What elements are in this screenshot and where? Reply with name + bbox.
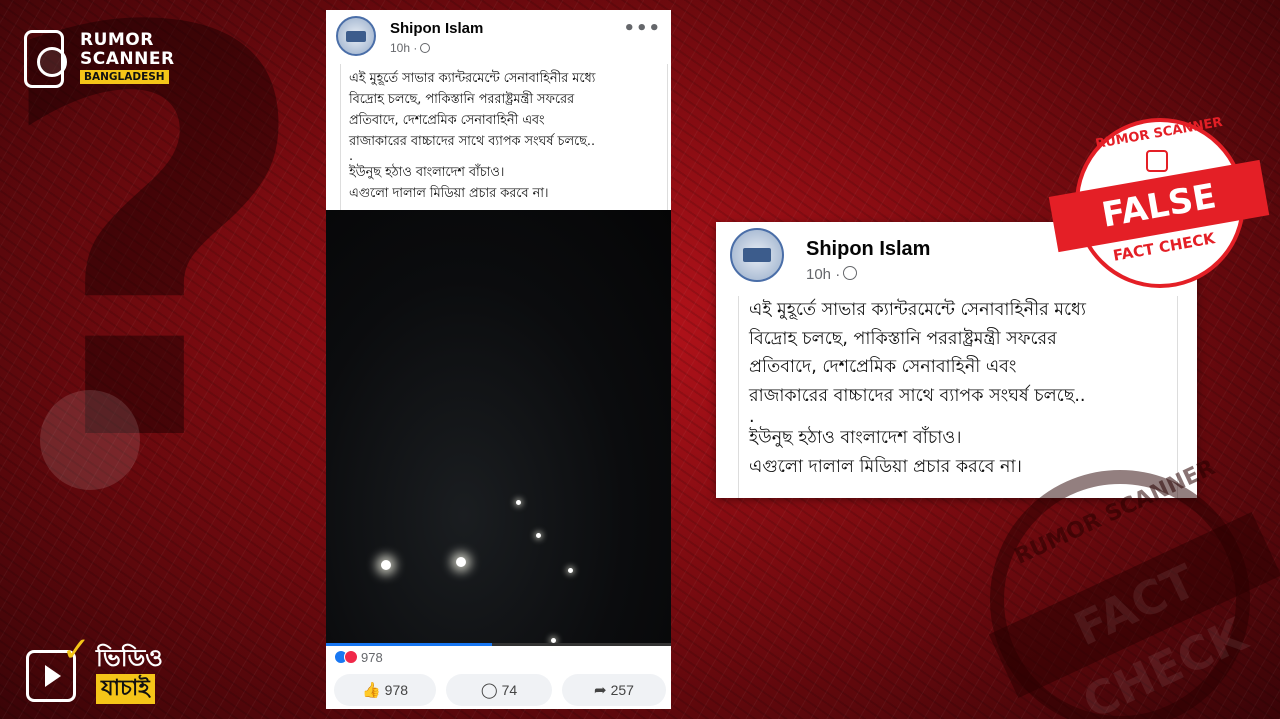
avatar bbox=[730, 228, 784, 282]
avatar-image bbox=[346, 31, 366, 42]
zoomed-post-body: এই মুহূর্তে সাভার ক্যান্টরমেন্টে সেনাবাহ… bbox=[738, 296, 1178, 498]
post-text-line: বিদ্রোহ চলছে, পাকিস্তানি পররাষ্ট্রমন্ত্র… bbox=[349, 92, 575, 107]
post-timestamp[interactable]: 10h · bbox=[390, 41, 431, 55]
post-text-line: প্রতিবাদে, দেশপ্রেমিক সেনাবাহিনী এবং bbox=[749, 357, 1017, 377]
video-light bbox=[536, 533, 541, 538]
time-label: 10h · bbox=[390, 41, 418, 55]
comment-icon: ◯ bbox=[480, 682, 498, 699]
post-text-line: প্রতিবাদে, দেশপ্রেমিক সেনাবাহিনী এবং bbox=[349, 113, 545, 128]
post-text-line: এগুলো দালাল মিডিয়া প্রচার করবে না। bbox=[349, 186, 549, 201]
phone-check-icon bbox=[24, 30, 67, 88]
author-name[interactable]: Shipon Islam bbox=[390, 20, 483, 37]
globe-icon bbox=[843, 266, 858, 280]
post-header: Shipon Islam 10h · ••• bbox=[326, 10, 671, 64]
question-mark-dot bbox=[40, 390, 140, 490]
avatar-image bbox=[743, 248, 771, 262]
facebook-post: Shipon Islam 10h · ••• এই মুহূর্তে সাভার… bbox=[326, 10, 671, 709]
video-player[interactable] bbox=[326, 210, 671, 646]
video-light bbox=[381, 560, 391, 570]
video-check-badge: ✓ ভিডিও যাচাই bbox=[26, 630, 186, 708]
post-text-line: এই মুহূর্তে সাভার ক্যান্টরমেন্টে সেনাবাহ… bbox=[349, 71, 596, 86]
post-text-line: . bbox=[749, 407, 755, 427]
comment-count: 74 bbox=[501, 682, 518, 698]
logo-text-scanner: SCANNER bbox=[80, 49, 175, 69]
logo-text-bangladesh: BANGLADESH bbox=[80, 70, 169, 84]
author-name: Shipon Islam bbox=[806, 238, 931, 260]
post-body: এই মুহূর্তে সাভার ক্যান্টরমেন্টে সেনাবাহ… bbox=[340, 64, 668, 210]
video-progress-bar bbox=[326, 643, 492, 646]
share-button[interactable]: ➦ 257 bbox=[562, 674, 666, 706]
like-count: 978 bbox=[384, 682, 409, 698]
post-text-line: বিদ্রোহ চলছে, পাকিস্তানি পররাষ্ট্রমন্ত্র… bbox=[749, 328, 1057, 349]
post-text-line: রাজাকারের বাচ্চাদের সাথে ব্যাপক সংঘর্ষ চ… bbox=[349, 134, 596, 149]
reaction-summary[interactable]: 978 bbox=[334, 650, 383, 665]
video-light bbox=[568, 568, 573, 573]
post-text-line: এই মুহূর্তে সাভার ক্যান্টরমেন্টে সেনাবাহ… bbox=[749, 300, 1086, 320]
post-actions: 👍 978 ◯ 74 ➦ 257 bbox=[326, 674, 671, 708]
post-timestamp: 10h · bbox=[806, 266, 858, 283]
logo-text-rumor: RUMOR bbox=[80, 30, 154, 50]
avatar[interactable] bbox=[336, 16, 376, 56]
post-text-line: ইউনুছ হঠাও বাংলাদেশ বাঁচাও। bbox=[749, 428, 962, 448]
reaction-count: 978 bbox=[361, 650, 383, 665]
comment-button[interactable]: ◯ 74 bbox=[446, 674, 552, 706]
checkmark-icon: ✓ bbox=[62, 630, 91, 670]
post-text-line: রাজাকারের বাচ্চাদের সাথে ব্যাপক সংঘর্ষ চ… bbox=[749, 385, 1086, 406]
more-options-icon[interactable]: ••• bbox=[623, 18, 661, 39]
video-light bbox=[516, 500, 521, 505]
badge-text-check: যাচাই bbox=[96, 674, 155, 704]
post-text-line: ইউনুছ হঠাও বাংলাদেশ বাঁচাও। bbox=[349, 165, 505, 180]
like-button[interactable]: 👍 978 bbox=[334, 674, 436, 706]
rumor-scanner-logo: RUMOR SCANNER BANGLADESH bbox=[24, 28, 184, 90]
globe-icon bbox=[420, 43, 431, 53]
stamp-logo-icon bbox=[1146, 150, 1168, 172]
video-light bbox=[456, 557, 466, 567]
time-label: 10h · bbox=[806, 266, 841, 283]
post-text-line: . bbox=[349, 149, 354, 164]
share-icon: ➦ bbox=[594, 682, 607, 699]
share-count: 257 bbox=[610, 682, 634, 698]
love-reaction-icon bbox=[344, 650, 358, 664]
thumbs-up-icon: 👍 bbox=[361, 682, 381, 699]
